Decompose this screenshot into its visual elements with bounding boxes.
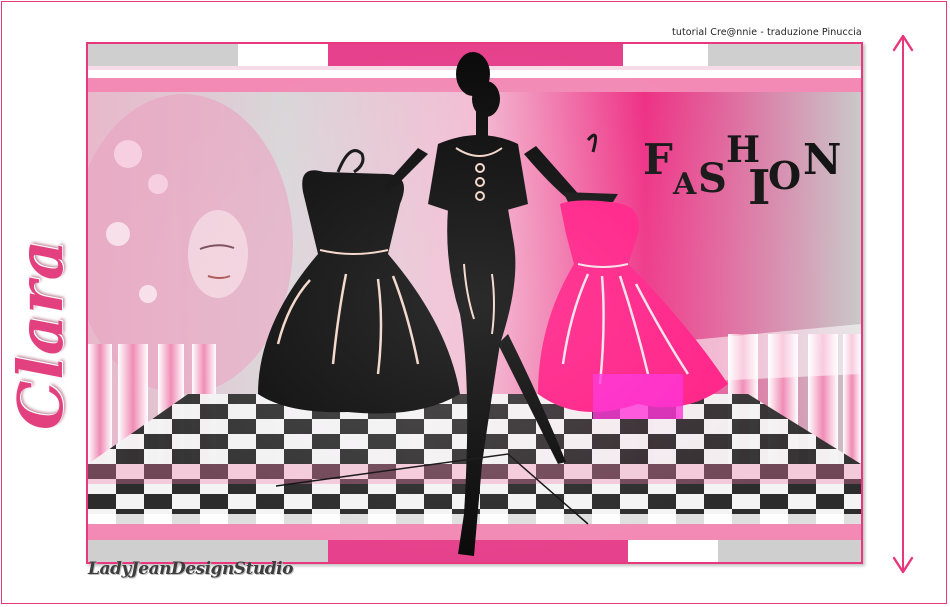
tutorial-credit: tutorial Cre@nnie - traduzione Pinuccia: [672, 27, 862, 38]
double-arrow-vertical-icon: [892, 34, 914, 574]
studio-signature: LadyJeanDesignStudio: [88, 559, 293, 579]
clara-title: Clara: [4, 239, 77, 430]
fashion-artwork: F A S H I O N: [86, 42, 863, 564]
